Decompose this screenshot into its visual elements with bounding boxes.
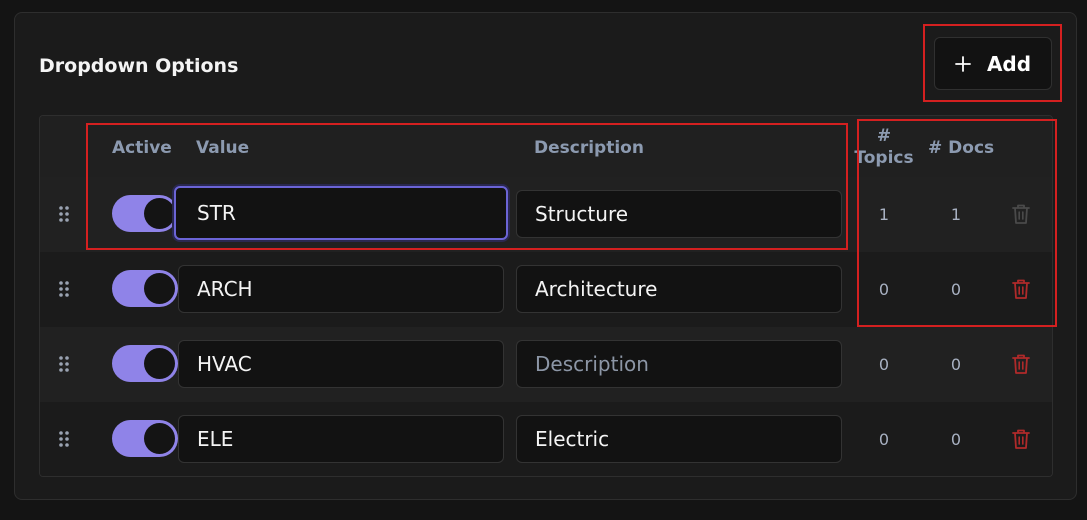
active-toggle[interactable] (112, 420, 178, 457)
column-header-topics-label: Topics (854, 148, 914, 168)
docs-count: 0 (950, 430, 962, 449)
topics-count: 0 (878, 355, 890, 374)
value-input[interactable] (178, 415, 504, 463)
table-row: 00 (40, 252, 1052, 327)
value-input[interactable] (178, 265, 504, 313)
drag-handle-icon[interactable] (58, 355, 70, 373)
column-header-description: Description (534, 138, 644, 158)
plus-icon (955, 55, 971, 72)
toggle-knob (144, 423, 175, 454)
description-input[interactable] (516, 265, 842, 313)
drag-handle-icon[interactable] (58, 205, 70, 223)
toggle-knob (144, 348, 175, 379)
table-header: Active Value Description # Topics # Docs (40, 116, 1052, 177)
trash-icon (1012, 204, 1030, 224)
topics-count: 1 (878, 205, 890, 224)
trash-icon[interactable] (1011, 353, 1031, 375)
add-button-label: Add (986, 51, 1032, 76)
value-input[interactable] (174, 186, 508, 240)
trash-icon[interactable] (1011, 428, 1031, 450)
column-header-docs: # Docs (928, 138, 995, 158)
docs-count: 0 (950, 355, 962, 374)
column-header-active: Active (112, 138, 172, 158)
table-row: 00 (40, 327, 1052, 402)
description-input[interactable] (516, 415, 842, 463)
options-table: Active Value Description # Topics # Docs… (39, 115, 1053, 477)
docs-count: 1 (950, 205, 962, 224)
description-input[interactable] (516, 190, 842, 238)
column-header-value: Value (196, 138, 250, 158)
add-button[interactable]: Add (934, 37, 1052, 90)
drag-handle-icon[interactable] (58, 430, 70, 448)
value-input[interactable] (178, 340, 504, 388)
toggle-knob (144, 273, 175, 304)
trash-icon[interactable] (1011, 278, 1031, 300)
column-header-topics: # Topics (854, 125, 914, 169)
topics-count: 0 (878, 430, 890, 449)
topics-count: 0 (878, 280, 890, 299)
active-toggle[interactable] (112, 345, 178, 382)
active-toggle[interactable] (112, 270, 178, 307)
table-row: 11 (40, 177, 1052, 252)
column-header-topics-hash: # (876, 126, 892, 146)
docs-count: 0 (950, 280, 962, 299)
panel-title: Dropdown Options (39, 55, 239, 77)
description-input[interactable] (516, 340, 842, 388)
active-toggle[interactable] (112, 195, 178, 232)
drag-handle-icon[interactable] (58, 280, 70, 298)
table-row: 00 (40, 402, 1052, 476)
toggle-knob (144, 198, 175, 229)
